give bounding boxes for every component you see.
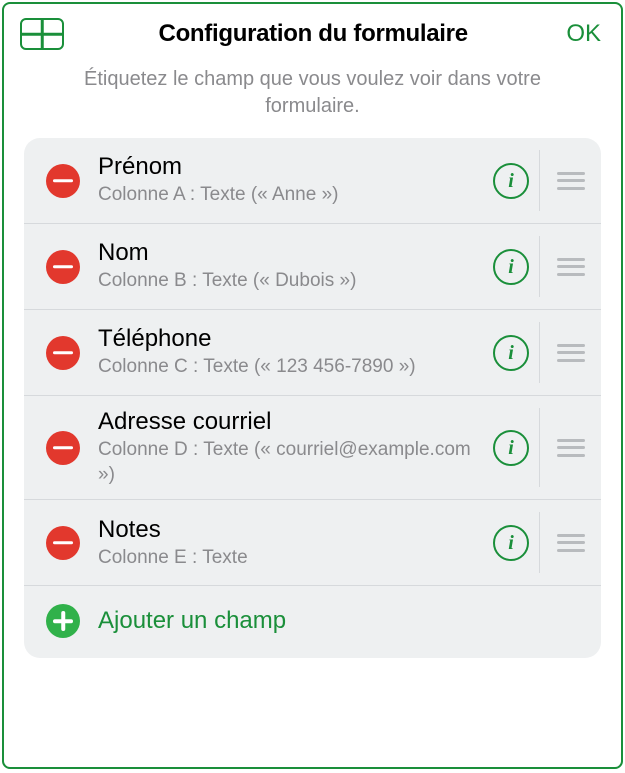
info-icon[interactable]: i bbox=[493, 430, 529, 466]
field-row[interactable]: Adresse courriel Colonne D : Texte (« co… bbox=[24, 396, 601, 500]
field-title: Adresse courriel bbox=[98, 408, 479, 436]
info-icon[interactable]: i bbox=[493, 163, 529, 199]
drag-handle[interactable] bbox=[539, 408, 601, 487]
add-icon[interactable] bbox=[46, 604, 80, 638]
fields-list: Prénom Colonne A : Texte (« Anne ») i No… bbox=[24, 138, 601, 658]
field-text: Nom Colonne B : Texte (« Dubois ») bbox=[98, 239, 487, 294]
field-row[interactable]: Prénom Colonne A : Texte (« Anne ») i bbox=[24, 138, 601, 224]
field-subtitle: Colonne D : Texte (« courriel@example.co… bbox=[98, 438, 479, 487]
field-subtitle: Colonne B : Texte (« Dubois ») bbox=[98, 269, 479, 294]
add-field-row[interactable]: Ajouter un champ bbox=[24, 586, 601, 658]
field-text: Adresse courriel Colonne D : Texte (« co… bbox=[98, 408, 487, 487]
delete-icon[interactable] bbox=[46, 250, 80, 284]
delete-icon[interactable] bbox=[46, 431, 80, 465]
field-title: Prénom bbox=[98, 153, 479, 181]
field-text: Prénom Colonne A : Texte (« Anne ») bbox=[98, 153, 487, 208]
drag-handle[interactable] bbox=[539, 322, 601, 383]
header-bar: Configuration du formulaire OK bbox=[4, 4, 621, 60]
field-text: Téléphone Colonne C : Texte (« 123 456-7… bbox=[98, 325, 487, 380]
drag-handle[interactable] bbox=[539, 150, 601, 211]
field-row[interactable]: Téléphone Colonne C : Texte (« 123 456-7… bbox=[24, 310, 601, 396]
delete-icon[interactable] bbox=[46, 164, 80, 198]
field-title: Téléphone bbox=[98, 325, 479, 353]
info-icon[interactable]: i bbox=[493, 335, 529, 371]
field-subtitle: Colonne E : Texte bbox=[98, 546, 479, 571]
info-icon[interactable]: i bbox=[493, 249, 529, 285]
instruction-text: Étiquetez le champ que vous voulez voir … bbox=[4, 60, 621, 138]
delete-icon[interactable] bbox=[46, 336, 80, 370]
field-title: Notes bbox=[98, 516, 479, 544]
table-icon[interactable] bbox=[20, 18, 64, 50]
info-icon[interactable]: i bbox=[493, 525, 529, 561]
drag-handle[interactable] bbox=[539, 236, 601, 297]
field-subtitle: Colonne C : Texte (« 123 456-7890 ») bbox=[98, 355, 479, 380]
page-title: Configuration du formulaire bbox=[64, 20, 562, 48]
field-text: Notes Colonne E : Texte bbox=[98, 516, 487, 571]
field-row[interactable]: Notes Colonne E : Texte i bbox=[24, 500, 601, 586]
ok-button[interactable]: OK bbox=[562, 20, 605, 48]
field-subtitle: Colonne A : Texte (« Anne ») bbox=[98, 183, 479, 208]
field-title: Nom bbox=[98, 239, 479, 267]
form-setup-panel: Configuration du formulaire OK Étiquetez… bbox=[2, 2, 623, 769]
delete-icon[interactable] bbox=[46, 526, 80, 560]
drag-handle[interactable] bbox=[539, 512, 601, 573]
add-field-label: Ajouter un champ bbox=[98, 607, 286, 635]
field-row[interactable]: Nom Colonne B : Texte (« Dubois ») i bbox=[24, 224, 601, 310]
